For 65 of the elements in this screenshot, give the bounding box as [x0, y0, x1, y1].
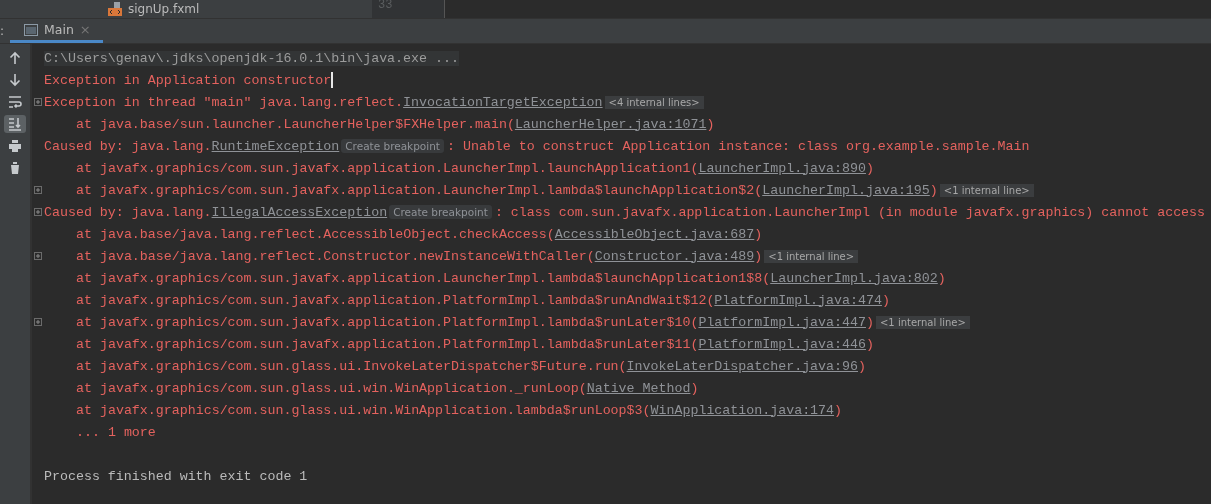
source-link[interactable]: InvokeLaterDispatcher.java:96 — [626, 358, 858, 374]
console-text: ) — [858, 358, 866, 374]
close-icon[interactable]: × — [79, 22, 91, 37]
console-text: Caused by: java.lang. — [44, 204, 212, 220]
source-link[interactable]: PlatformImpl.java:474 — [714, 292, 882, 308]
console-text: Exception in Application constructor — [44, 72, 332, 88]
file-name[interactable]: signUp.fxml — [128, 2, 200, 16]
console-text: : Unable to construct Application instance: class org.example.sample.Main — [447, 138, 1030, 154]
console-text: at java.base/sun.launcher.LauncherHelper$FXHelper.main( — [76, 116, 515, 132]
console-text: ) — [866, 314, 874, 330]
console-text: at java.base/java.lang.reflect.AccessibleObject.checkAccess( — [76, 226, 555, 242]
console-text: ) — [929, 182, 938, 198]
console-text: ) — [937, 270, 946, 286]
folded-lines[interactable]: <1 internal line> — [764, 249, 859, 263]
source-link[interactable]: AccessibleObject.java:687 — [554, 226, 755, 242]
source-link[interactable]: PlatformImpl.java:447 — [698, 314, 866, 330]
console-text: ) — [690, 380, 699, 396]
source-link[interactable]: LauncherImpl.java:890 — [698, 160, 866, 176]
source-link[interactable]: LauncherHelper.java:1071 — [514, 116, 707, 132]
console-text: ) — [881, 292, 890, 308]
source-link[interactable]: PlatformImpl.java:446 — [698, 336, 866, 352]
console-text: ) — [866, 336, 874, 352]
source-link[interactable]: Constructor.java:489 — [594, 248, 755, 264]
console-text: at javafx.graphics/com.sun.glass.ui.win.WinApplication.lambda$runLoop$3( — [76, 402, 651, 418]
console-text: at javafx.graphics/com.sun.javafx.application.LauncherImpl.launchApplication1( — [76, 160, 699, 176]
console-text: Process finished with exit code 1 — [44, 468, 308, 484]
console-text: ) — [866, 160, 874, 176]
expand-icon[interactable] — [34, 208, 42, 216]
breakpoint-hint: Create breakpoint — [389, 205, 492, 219]
source-link[interactable]: WinApplication.java:174 — [650, 402, 835, 418]
console-text: at java.base/java.lang.reflect.Constructor.newInstanceWithCaller( — [76, 248, 595, 264]
folded-lines[interactable]: <1 internal line> — [875, 315, 970, 329]
expand-icon[interactable] — [34, 186, 42, 194]
tool-window-label: : — [0, 23, 6, 40]
source-link[interactable]: IllegalAccessException — [211, 204, 388, 220]
console-text: ... 1 more — [76, 424, 156, 440]
console-text: ) — [834, 402, 843, 418]
console-text: at javafx.graphics/com.sun.javafx.application.PlatformImpl.lambda$runAndWait$12( — [76, 292, 715, 308]
console-text: at javafx.graphics/com.sun.javafx.application.PlatformImpl.lambda$runLater$11( — [76, 336, 699, 352]
expand-icon[interactable] — [34, 252, 42, 260]
console-text: : class com.sun.javafx.application.LauncherImpl (in module javafx.graphics) cannot access — [494, 204, 1206, 220]
fxml-file-icon — [108, 2, 124, 16]
folded-lines[interactable]: <4 internal lines> — [604, 95, 704, 109]
source-link[interactable]: InvocationTargetException — [403, 94, 603, 110]
source-link[interactable]: LauncherImpl.java:802 — [770, 270, 938, 286]
console-text: at javafx.graphics/com.sun.javafx.application.PlatformImpl.lambda$runLater$10( — [76, 314, 699, 330]
breakpoint-hint: Create breakpoint — [341, 139, 444, 153]
expand-icon[interactable] — [34, 98, 42, 106]
console-text: ) — [754, 226, 763, 242]
console-text: C:\Users\genav\.jdks\openjdk-16.0.1\bin\java.exe ... — [44, 50, 459, 66]
console-text: Exception in thread "main" java.lang.reflect. — [44, 94, 404, 110]
console-icon — [24, 23, 38, 36]
console-text: Caused by: java.lang. — [44, 138, 212, 154]
source-link[interactable]: LauncherImpl.java:195 — [762, 182, 930, 198]
console-text: at javafx.graphics/com.sun.glass.ui.win.WinApplication._runLoop( — [76, 380, 587, 396]
console-text: ) — [754, 248, 763, 264]
console-text: at javafx.graphics/com.sun.javafx.application.LauncherImpl.lambda$launchApplication$2( — [76, 182, 763, 198]
source-link[interactable]: Native Method — [586, 380, 691, 396]
console-text: at javafx.graphics/com.sun.glass.ui.InvokeLaterDispatcher$Future.run( — [76, 358, 627, 374]
console-text: at javafx.graphics/com.sun.javafx.application.LauncherImpl.lambda$launchApplication1$8( — [76, 270, 771, 286]
folded-lines[interactable]: <1 internal line> — [939, 183, 1034, 197]
scroll-to-end-icon[interactable] — [4, 115, 26, 133]
expand-icon[interactable] — [34, 318, 42, 326]
console-text: ) — [706, 116, 715, 132]
source-link[interactable]: RuntimeException — [211, 138, 340, 154]
